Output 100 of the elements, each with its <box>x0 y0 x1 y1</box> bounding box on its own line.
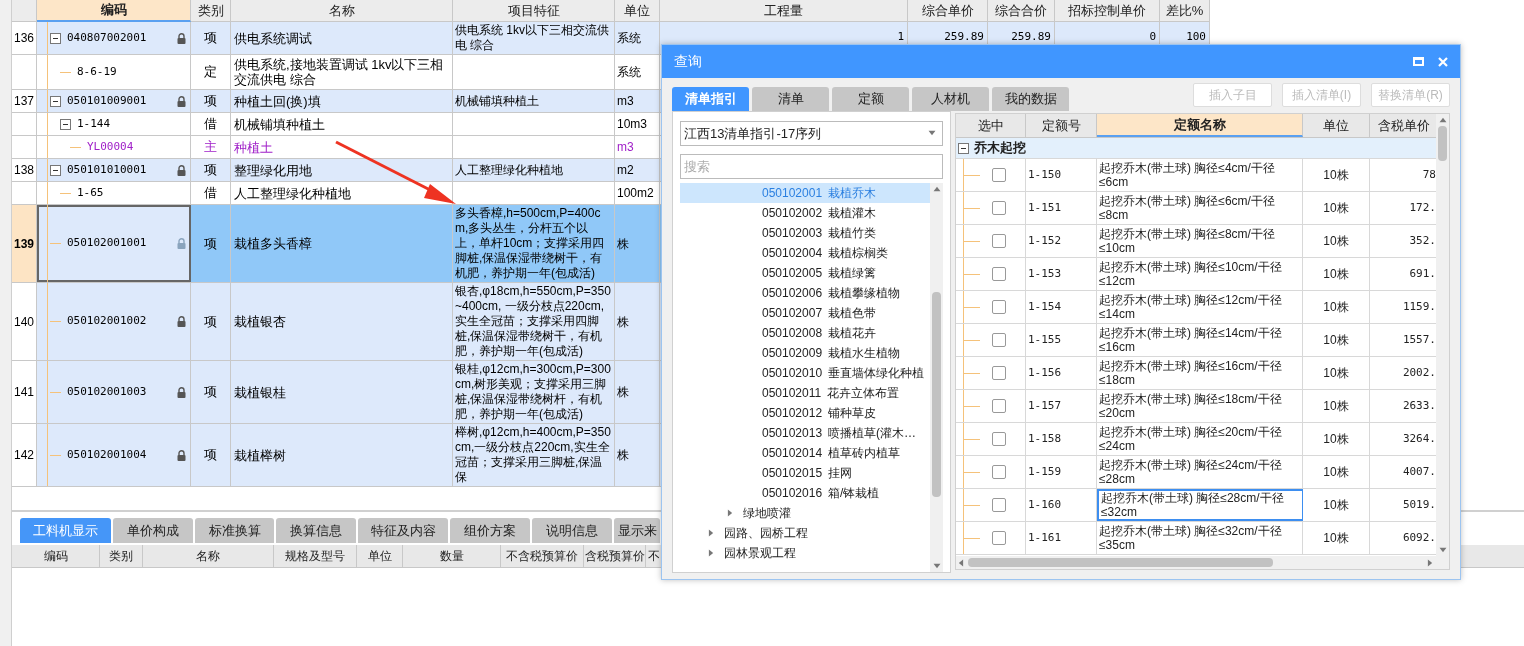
expand-icon[interactable] <box>708 528 714 537</box>
column-header[interactable]: 定额名称 <box>1097 114 1303 137</box>
scrollbar-thumb[interactable] <box>968 558 1273 567</box>
scroll-right-icon[interactable] <box>1427 558 1433 567</box>
tree-item[interactable]: 050102013 喷播植草(灌木… <box>680 422 930 443</box>
type-text: 项 <box>204 161 217 180</box>
tree-item[interactable]: 050102015 挂网 <box>680 462 930 483</box>
column-header[interactable]: 选中 <box>956 114 1026 137</box>
panel-tab[interactable]: 组价方案 <box>450 518 530 543</box>
code-text: 1-150 <box>1028 166 1062 183</box>
collapse-icon[interactable] <box>958 142 969 154</box>
name-cell[interactable]: 起挖乔木(带土球) 胸径≤24cm/干径≤28cm <box>1097 456 1303 488</box>
column-header: 编码 <box>12 545 100 567</box>
name-cell[interactable]: 起挖乔木(带土球) 胸径≤8cm/干径≤10cm <box>1097 225 1303 257</box>
expand-icon[interactable] <box>727 508 733 517</box>
checkbox[interactable] <box>991 465 1006 479</box>
dialog-tab[interactable]: 清单 <box>752 87 829 111</box>
checkbox[interactable] <box>991 432 1006 446</box>
search-field[interactable]: 搜索 <box>680 153 943 179</box>
tree-item[interactable]: 050102007 栽植色带 <box>680 302 930 323</box>
column-header[interactable]: 类别 <box>191 0 231 22</box>
name-cell[interactable]: 起挖乔木(带土球) 胸径≤20cm/干径≤24cm <box>1097 423 1303 455</box>
checkbox[interactable] <box>991 168 1006 182</box>
scrollbar-thumb[interactable] <box>1438 126 1447 161</box>
tree-item[interactable]: 050102005 栽植绿篱 <box>680 262 930 283</box>
checkbox[interactable] <box>991 267 1006 281</box>
name-cell[interactable]: 起挖乔木(带土球) 胸径≤6cm/干径≤8cm <box>1097 192 1303 224</box>
scroll-left-icon[interactable] <box>958 558 964 567</box>
column-header[interactable]: 综合合价 <box>988 0 1055 22</box>
scroll-up-icon[interactable] <box>1438 117 1447 123</box>
number-text: 1 <box>897 29 904 45</box>
code-text: 050102001001 <box>67 235 147 252</box>
tree-item[interactable]: 050102014 植草砖内植草 <box>680 442 930 463</box>
panel-tab[interactable]: 显示来 <box>614 518 660 543</box>
tree-item[interactable]: 050102008 栽植花卉 <box>680 322 930 343</box>
name-cell[interactable]: 起挖乔木(带土球) 胸径≤12cm/干径≤14cm <box>1097 291 1303 323</box>
name-cell[interactable]: 起挖乔木(带土球) 胸径≤4cm/干径≤6cm <box>1097 159 1303 191</box>
horizontal-scrollbar[interactable] <box>956 556 1449 569</box>
tree-item[interactable]: 050102010 垂直墙体绿化种植 <box>680 362 930 383</box>
unit-text: 10株 <box>1323 365 1349 382</box>
collapse-icon[interactable] <box>50 95 61 107</box>
dialog-tab[interactable]: 定额 <box>832 87 909 111</box>
vertical-scrollbar[interactable] <box>1436 114 1449 556</box>
unit-text: 100m2 <box>617 185 654 202</box>
scroll-down-icon[interactable] <box>932 563 941 569</box>
name-cell[interactable]: 起挖乔木(带土球) 胸径≤14cm/干径≤16cm <box>1097 324 1303 356</box>
maximize-icon[interactable] <box>1413 57 1424 66</box>
column-header[interactable]: 名称 <box>231 0 453 22</box>
checkbox[interactable] <box>991 201 1006 215</box>
vertical-scrollbar[interactable] <box>930 182 943 572</box>
column-header[interactable]: 差比% <box>1160 0 1210 22</box>
collapse-icon[interactable] <box>50 164 61 176</box>
panel-tab[interactable]: 特征及内容 <box>358 518 448 543</box>
checkbox[interactable] <box>991 333 1006 347</box>
dialog-tab[interactable]: 人材机 <box>912 87 989 111</box>
column-header[interactable]: 单位 <box>1303 114 1370 137</box>
dialog-tab[interactable]: 我的数据 <box>992 87 1069 111</box>
name-cell[interactable]: 起挖乔木(带土球) 胸径≤32cm/干径≤35cm <box>1097 522 1303 554</box>
scroll-down-icon[interactable] <box>1438 547 1447 553</box>
scrollbar-thumb[interactable] <box>932 291 941 497</box>
expand-icon[interactable] <box>708 548 714 557</box>
checkbox[interactable] <box>991 366 1006 380</box>
name-cell[interactable]: 起挖乔木(带土球) 胸径≤28cm/干径≤32cm <box>1097 489 1303 521</box>
name-cell[interactable]: 起挖乔木(带土球) 胸径≤10cm/干径≤12cm <box>1097 258 1303 290</box>
close-icon[interactable] <box>1438 56 1448 67</box>
price-text: 2633. <box>1402 397 1436 414</box>
checkbox[interactable] <box>991 498 1006 512</box>
checkbox[interactable] <box>991 531 1006 545</box>
scroll-up-icon[interactable] <box>932 185 941 192</box>
panel-tab[interactable]: 换算信息 <box>276 518 356 543</box>
name-cell[interactable]: 起挖乔木(带土球) 胸径≤18cm/干径≤20cm <box>1097 390 1303 422</box>
tree-item[interactable]: 050102004 栽植棕榈类 <box>680 242 930 263</box>
checkbox[interactable] <box>991 234 1006 248</box>
code-text: 1-155 <box>1028 331 1062 348</box>
feature-text: 人工整理绿化种植地 <box>455 162 563 178</box>
collapse-icon[interactable] <box>60 118 71 130</box>
tree-item[interactable]: 050102009 栽植水生植物 <box>680 342 930 363</box>
number-text: 0 <box>1149 29 1156 45</box>
library-dropdown[interactable]: 江西13清单指引-17序列 <box>680 121 943 146</box>
tree-item[interactable]: 050102011 花卉立体布置 <box>680 382 930 403</box>
tree-item[interactable]: 绿地喷灌 <box>680 502 930 523</box>
column-header[interactable]: 工程量 <box>660 0 908 22</box>
checkbox[interactable] <box>991 399 1006 413</box>
tree-item[interactable]: 050102002 栽植灌木 <box>680 202 930 223</box>
tree-item[interactable]: 050102012 铺种草皮 <box>680 402 930 423</box>
panel-tab[interactable]: 单价构成 <box>113 518 193 543</box>
price-text: 691. <box>1409 265 1436 282</box>
column-header[interactable]: 项目特征 <box>453 0 615 22</box>
tree-item[interactable]: 园路、园桥工程 <box>680 522 930 543</box>
column-header[interactable]: 招标控制单价 <box>1055 0 1160 22</box>
panel-tab[interactable]: 标准换算 <box>195 518 274 543</box>
column-header[interactable]: 单位 <box>615 0 660 22</box>
column-header[interactable]: 综合单价 <box>908 0 988 22</box>
collapse-icon[interactable] <box>50 32 61 44</box>
column-header[interactable]: 编码 <box>37 0 191 22</box>
tree-item[interactable]: 050102006 栽植攀缘植物 <box>680 282 930 303</box>
tree-item[interactable]: 050102003 栽植竹类 <box>680 222 930 243</box>
checkbox[interactable] <box>991 300 1006 314</box>
name-cell[interactable]: 起挖乔木(带土球) 胸径≤16cm/干径≤18cm <box>1097 357 1303 389</box>
panel-tab[interactable]: 说明信息 <box>532 518 612 543</box>
